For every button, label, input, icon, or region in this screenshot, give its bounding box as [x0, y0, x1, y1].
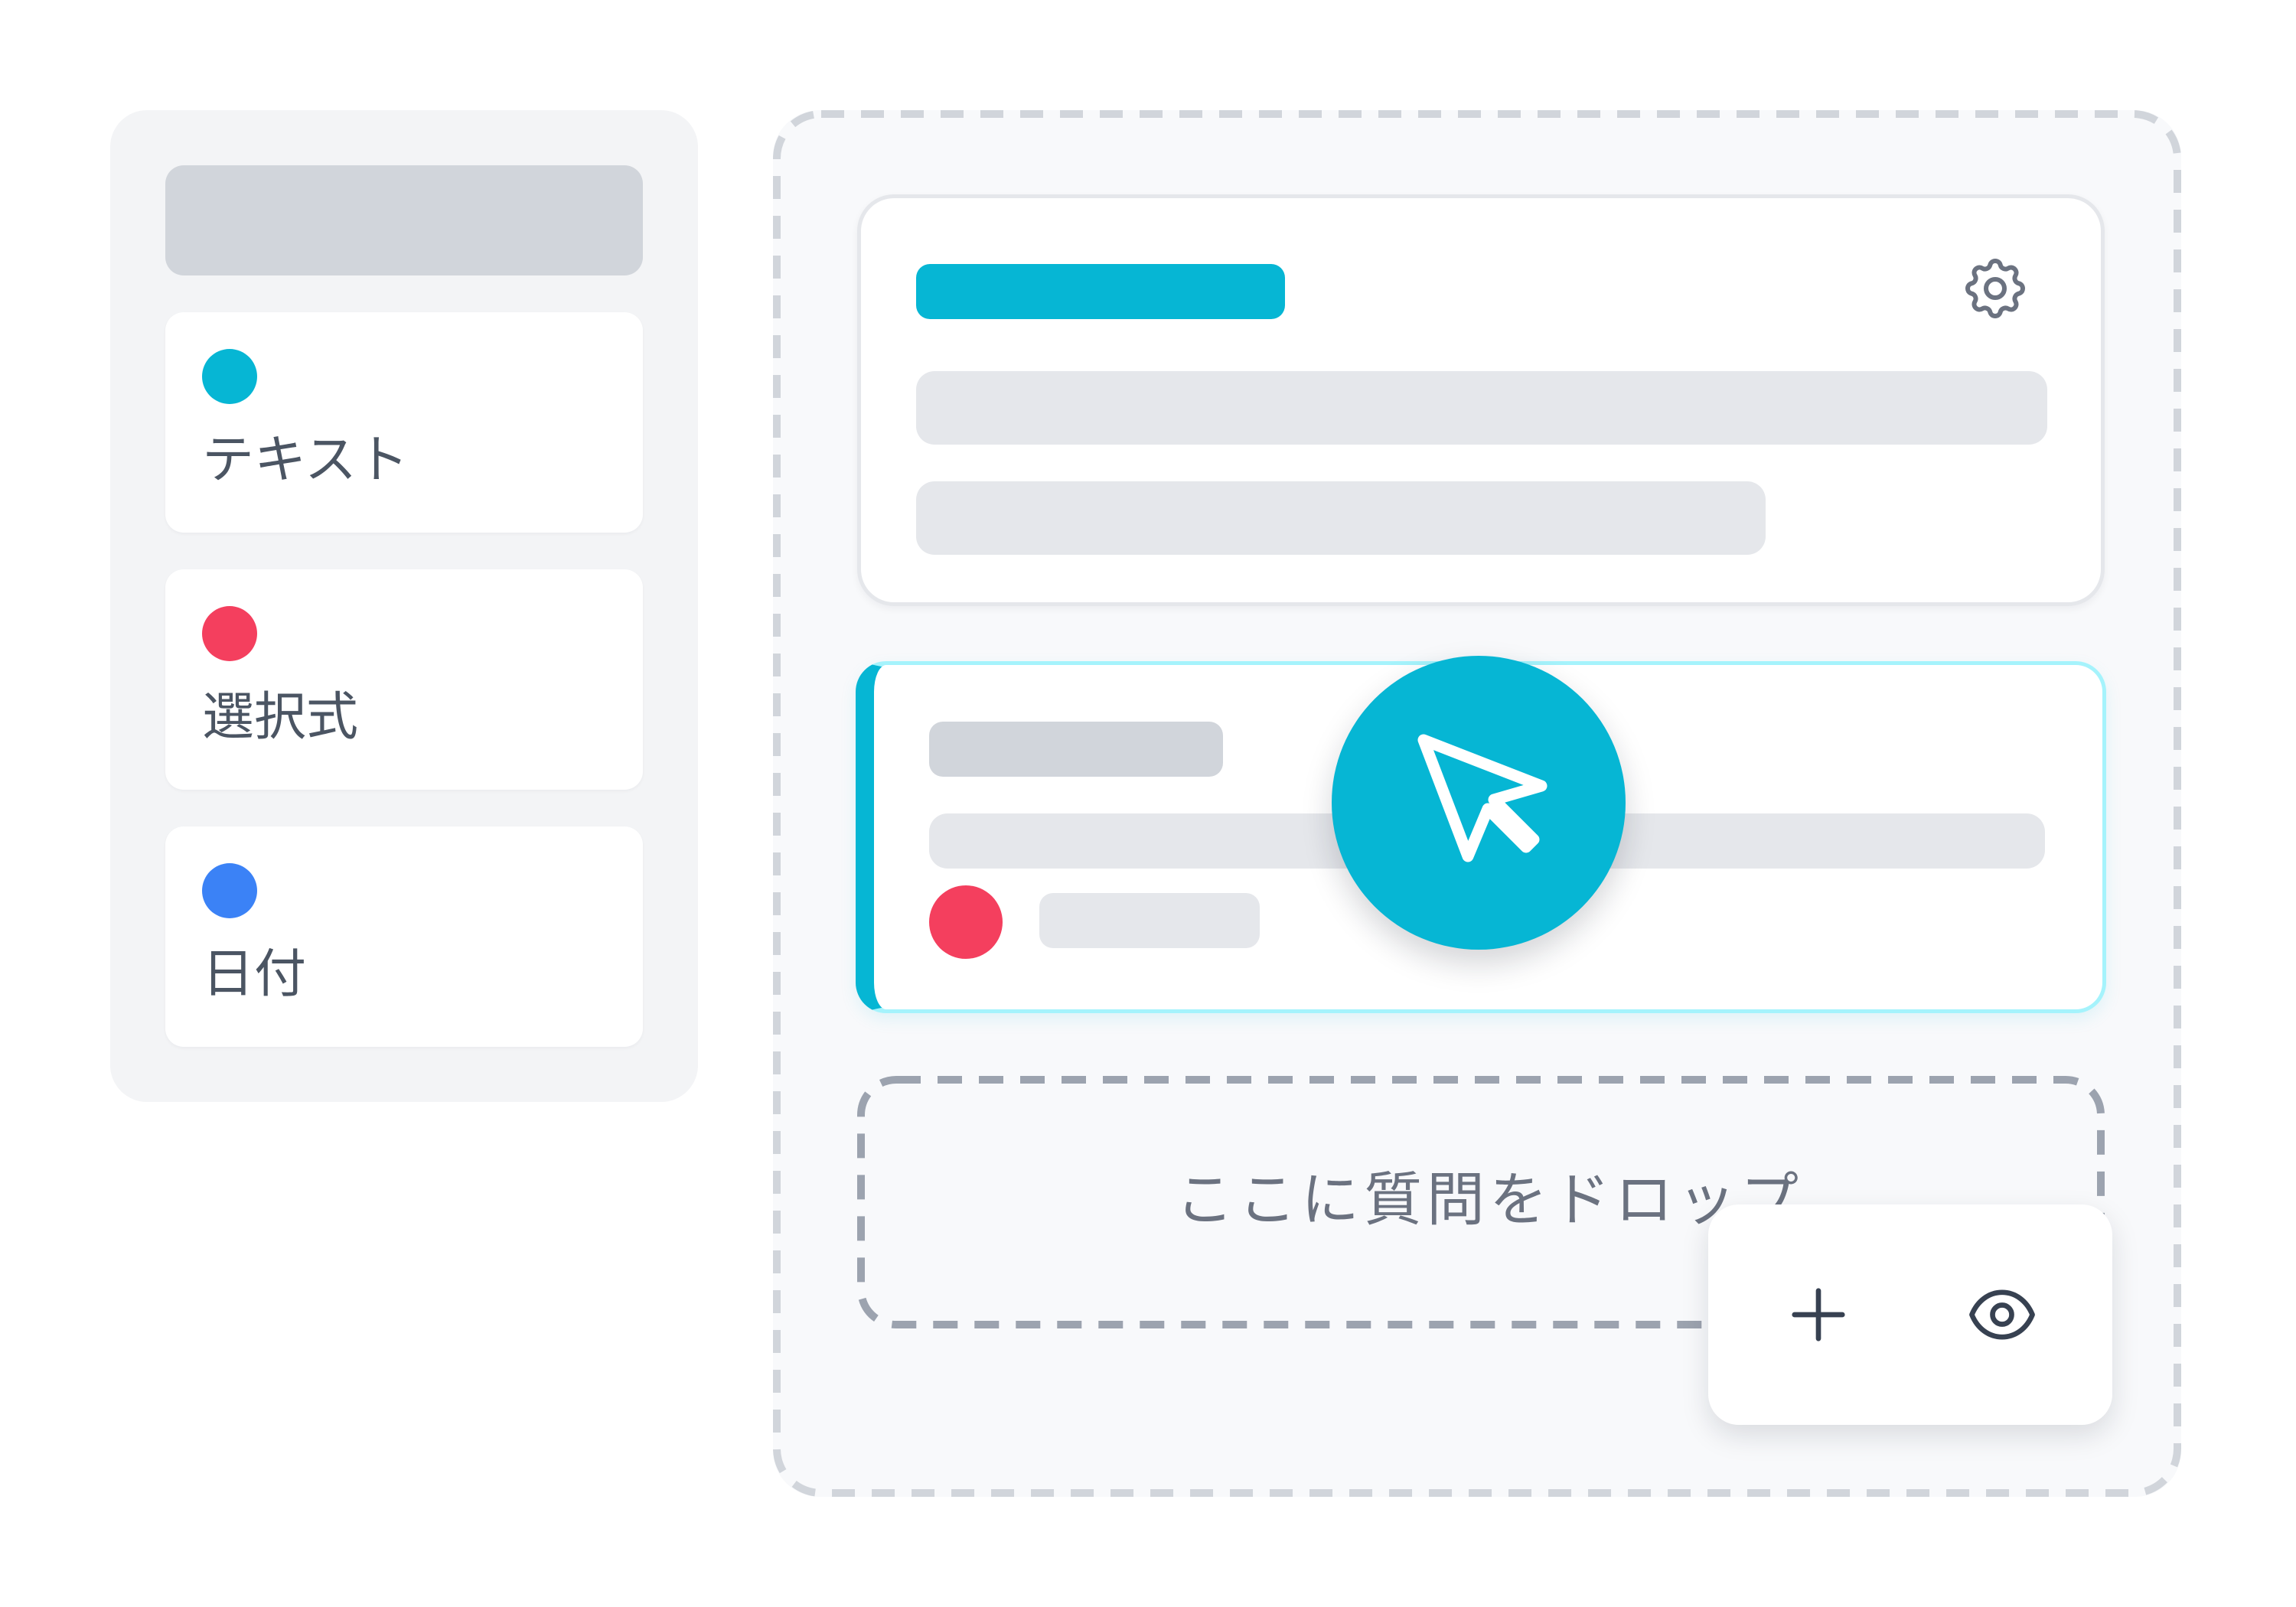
palette-item-label: 日付: [202, 944, 307, 1005]
palette-item-text[interactable]: テキスト: [165, 312, 643, 533]
plus-icon: [1792, 1288, 1845, 1341]
question-field-placeholder: [916, 481, 1766, 555]
palette-item-label: 選択式: [202, 687, 359, 748]
choice-type-dot-icon: [929, 885, 1003, 959]
pointer-cursor-icon: [1417, 734, 1548, 862]
question-card[interactable]: [857, 194, 2105, 606]
date-type-dot-icon: [202, 863, 257, 918]
form-builder-illustration: テキスト 選択式 日付 ここに質問をドロップ: [0, 0, 2296, 1607]
palette-item-date[interactable]: 日付: [165, 826, 643, 1047]
floating-action-panel: [1708, 1204, 2112, 1425]
palette-item-choice[interactable]: 選択式: [165, 569, 643, 790]
gear-icon[interactable]: [1958, 252, 2032, 325]
question-title-placeholder: [916, 264, 1285, 319]
form-canvas: ここに質問をドロップ: [773, 110, 2181, 1497]
palette-item-label: テキスト: [202, 430, 409, 491]
choice-type-dot-icon: [202, 606, 257, 661]
question-title-placeholder: [929, 722, 1223, 777]
option-label-placeholder: [1039, 893, 1260, 948]
drag-cursor-indicator: [1332, 656, 1626, 950]
add-question-button[interactable]: [1763, 1260, 1874, 1370]
preview-button[interactable]: [1947, 1260, 2057, 1370]
question-field-placeholder: [916, 371, 2047, 445]
palette-header-placeholder: [165, 165, 643, 275]
text-type-dot-icon: [202, 349, 257, 404]
eye-icon: [1969, 1289, 2035, 1340]
question-type-palette: テキスト 選択式 日付: [110, 110, 698, 1102]
